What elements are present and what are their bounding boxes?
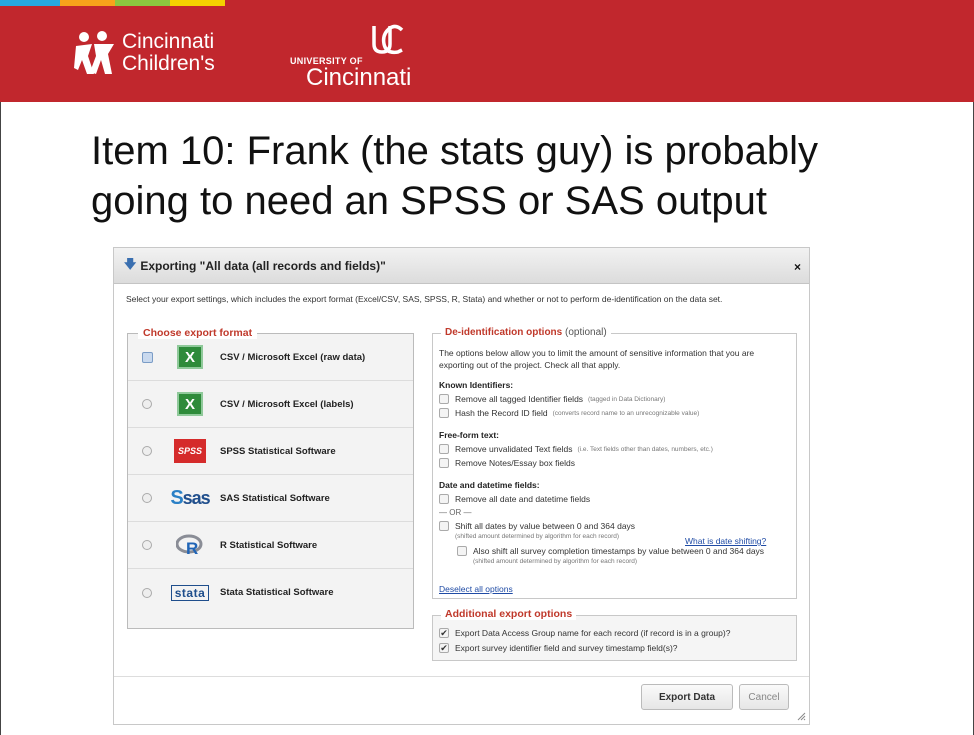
cincinnati-childrens-logo: Cincinnati Children's bbox=[74, 30, 215, 76]
format-option-r[interactable]: R R Statistical Software bbox=[128, 522, 413, 569]
additional-options-group: Additional export options ✔ Export Data … bbox=[432, 608, 797, 661]
shift-survey-note: (shifted amount determined by algorithm … bbox=[473, 558, 638, 565]
cc-logo-line2: Children's bbox=[122, 52, 215, 75]
deid-legend-optional: (optional) bbox=[565, 327, 607, 338]
known-identifiers-heading: Known Identifiers: bbox=[439, 380, 514, 390]
shift-dates-option[interactable]: Shift all dates by value between 0 and 3… bbox=[439, 521, 635, 531]
format-radio-sas[interactable] bbox=[142, 493, 152, 503]
remove-notes-option[interactable]: Remove Notes/Essay box fields bbox=[439, 458, 575, 468]
shift-dates-note: (shifted amount determined by algorithm … bbox=[455, 533, 620, 540]
resize-grip-icon[interactable] bbox=[797, 712, 806, 721]
remove-text-checkbox[interactable] bbox=[439, 444, 449, 454]
deselect-all-link[interactable]: Deselect all options bbox=[439, 579, 513, 597]
shift-survey-checkbox[interactable] bbox=[457, 546, 467, 556]
remove-notes-label: Remove Notes/Essay box fields bbox=[455, 458, 575, 468]
deselect-all-text[interactable]: Deselect all options bbox=[439, 584, 513, 594]
hash-record-id-note: (converts record name to an unrecognizab… bbox=[552, 409, 700, 417]
excel-icon-glyph: X bbox=[177, 345, 203, 369]
hash-record-id-checkbox[interactable] bbox=[439, 408, 449, 418]
sas-icon-glyph: sas bbox=[182, 487, 211, 508]
excel-icon-glyph: X bbox=[177, 392, 203, 416]
format-label: CSV / Microsoft Excel (raw data) bbox=[220, 351, 366, 363]
download-arrow-icon: 🡇 bbox=[124, 257, 137, 271]
deid-legend-title: De-identification options bbox=[445, 327, 563, 338]
deid-description: The options below allow you to limit the… bbox=[439, 348, 755, 370]
uc-mark-icon bbox=[372, 24, 404, 55]
export-format-group: Choose export format X CSV / Microsoft E… bbox=[127, 327, 414, 629]
date-shifting-link-text[interactable]: What is date shifting? bbox=[685, 536, 766, 546]
export-dialog: 🡇 Exporting "All data (all records and f… bbox=[113, 247, 810, 725]
slide-title-line1: Item 10: Frank (the stats guy) is probab… bbox=[91, 129, 818, 173]
dialog-title: Exporting "All data (all records and fie… bbox=[140, 258, 386, 273]
format-option-stata[interactable]: stata Stata Statistical Software bbox=[128, 569, 413, 616]
uc-logo-big: Cincinnati bbox=[306, 64, 412, 91]
remove-identifiers-note: (tagged in Data Dictionary) bbox=[588, 395, 666, 403]
format-radio-stata[interactable] bbox=[142, 587, 152, 598]
deid-legend: De-identification options (optional) bbox=[441, 327, 611, 338]
export-dag-checkbox[interactable]: ✔ bbox=[439, 628, 449, 638]
export-dag-label: Export Data Access Group name for each r… bbox=[455, 628, 731, 638]
remove-dates-checkbox[interactable] bbox=[439, 494, 449, 504]
export-dag-option[interactable]: ✔ Export Data Access Group name for each… bbox=[439, 628, 730, 638]
cc-logo-line1: Cincinnati bbox=[122, 30, 215, 53]
remove-text-label: Remove unvalidated Text fields bbox=[455, 444, 573, 454]
format-label: SPSS Statistical Software bbox=[220, 445, 336, 457]
close-icon[interactable]: × bbox=[794, 260, 801, 274]
dialog-titlebar[interactable]: 🡇 Exporting "All data (all records and f… bbox=[114, 248, 809, 284]
format-label: Stata Statistical Software bbox=[220, 587, 334, 598]
r-icon: R bbox=[174, 532, 206, 558]
additional-legend: Additional export options bbox=[441, 608, 577, 620]
remove-identifiers-label: Remove all tagged Identifier fields bbox=[455, 394, 584, 404]
format-label: CSV / Microsoft Excel (labels) bbox=[220, 398, 354, 410]
dates-heading: Date and datetime fields: bbox=[439, 480, 540, 490]
dialog-footer-divider bbox=[114, 676, 809, 677]
hash-record-id-option[interactable]: Hash the Record ID field (converts recor… bbox=[439, 408, 699, 418]
export-survey-fields-option[interactable]: ✔ Export survey identifier field and sur… bbox=[439, 643, 678, 653]
slide-title: Item 10: Frank (the stats guy) is probab… bbox=[91, 126, 931, 226]
excel-icon: X bbox=[174, 344, 206, 370]
shift-survey-option[interactable]: Also shift all survey completion timesta… bbox=[457, 546, 764, 556]
shift-dates-label: Shift all dates by value between 0 and 3… bbox=[455, 521, 636, 531]
remove-identifiers-option[interactable]: Remove all tagged Identifier fields (tag… bbox=[439, 394, 665, 404]
slide-border-left bbox=[0, 102, 1, 735]
or-separator: — OR — bbox=[439, 508, 472, 517]
remove-dates-option[interactable]: Remove all date and datetime fields bbox=[439, 494, 590, 504]
svg-text:R: R bbox=[186, 539, 198, 557]
sas-icon: Ssas bbox=[170, 486, 210, 509]
spss-icon-glyph: SPSS bbox=[174, 439, 206, 463]
cancel-button[interactable]: Cancel bbox=[739, 684, 789, 710]
dialog-intro: Select your export settings, which inclu… bbox=[126, 294, 723, 304]
format-label: R Statistical Software bbox=[220, 539, 318, 551]
format-option-csv-labels[interactable]: X CSV / Microsoft Excel (labels) bbox=[128, 381, 413, 428]
slide-title-line2: going to need an SPSS or SAS output bbox=[91, 179, 768, 223]
deidentification-group: De-identification options (optional) The… bbox=[432, 327, 797, 599]
remove-identifiers-checkbox[interactable] bbox=[439, 394, 449, 404]
format-option-sas[interactable]: Ssas SAS Statistical Software bbox=[128, 475, 413, 522]
spss-icon: SPSS bbox=[174, 438, 206, 464]
people-icon bbox=[74, 31, 114, 74]
shift-survey-label: Also shift all survey completion timesta… bbox=[473, 546, 765, 556]
stata-icon: stata bbox=[170, 580, 210, 606]
format-option-csv-raw[interactable]: X CSV / Microsoft Excel (raw data) bbox=[128, 334, 413, 381]
r-logo-glyph: R bbox=[176, 534, 203, 557]
excel-icon: X bbox=[174, 391, 206, 417]
remove-text-option[interactable]: Remove unvalidated Text fields (i.e. Tex… bbox=[439, 444, 713, 454]
export-survey-fields-checkbox[interactable]: ✔ bbox=[439, 643, 449, 653]
hash-record-id-label: Hash the Record ID field bbox=[455, 408, 548, 418]
remove-notes-checkbox[interactable] bbox=[439, 458, 449, 468]
freeform-heading: Free-form text: bbox=[439, 430, 499, 440]
format-radio-csv-raw[interactable] bbox=[142, 351, 153, 363]
format-radio-r[interactable] bbox=[142, 540, 152, 550]
format-label: SAS Statistical Software bbox=[220, 492, 330, 504]
remove-text-note: (i.e. Text fields other than dates, numb… bbox=[577, 445, 713, 453]
export-data-button[interactable]: Export Data bbox=[641, 684, 733, 710]
remove-dates-label: Remove all date and datetime fields bbox=[455, 494, 591, 504]
format-radio-csv-labels[interactable] bbox=[142, 399, 152, 409]
shift-dates-checkbox[interactable] bbox=[439, 521, 449, 531]
export-survey-fields-label: Export survey identifier field and surve… bbox=[455, 643, 678, 653]
format-radio-spss[interactable] bbox=[142, 446, 152, 456]
stata-icon-glyph: stata bbox=[170, 584, 210, 601]
slide-header: Cincinnati Children's UNIVERSITY OF Cinc… bbox=[0, 6, 974, 102]
format-option-spss[interactable]: SPSS SPSS Statistical Software bbox=[128, 428, 413, 475]
